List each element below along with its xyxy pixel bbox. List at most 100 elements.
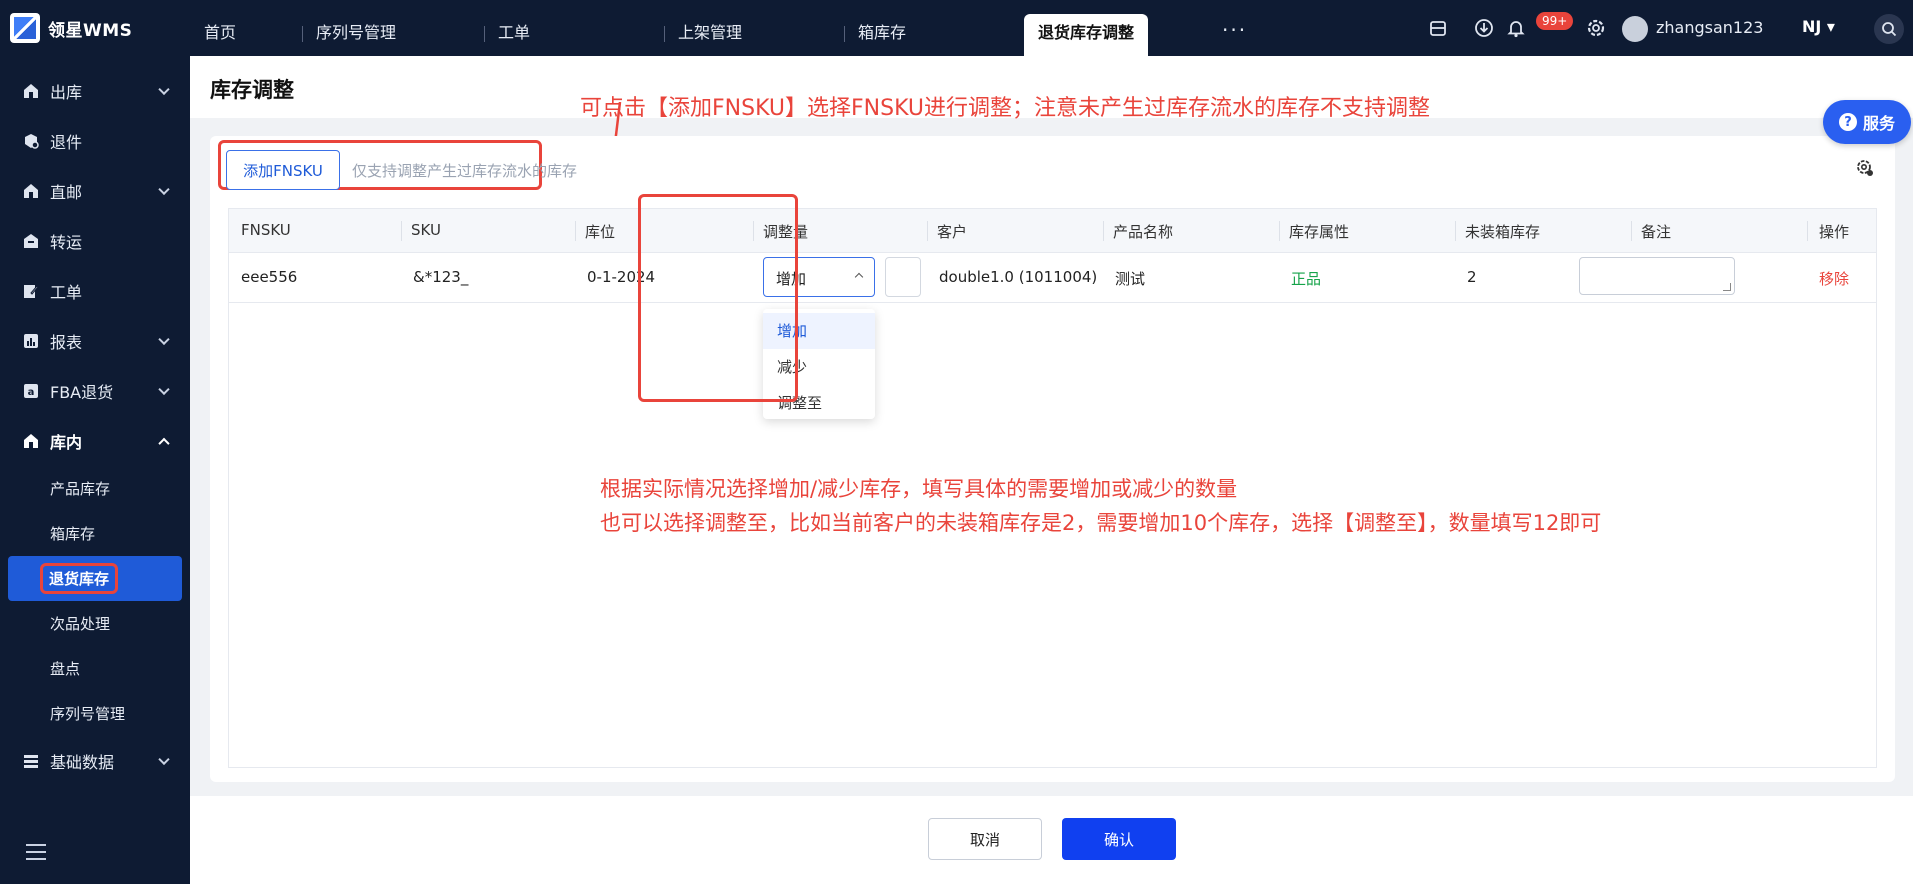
sidebar-item-base-data[interactable]: 基础数据 — [0, 736, 190, 786]
adjust-quantity-input[interactable] — [885, 257, 921, 297]
remove-link[interactable]: 移除 — [1819, 268, 1849, 289]
sidebar-item-returns[interactable]: 退件 — [0, 116, 190, 166]
home-icon — [22, 182, 40, 200]
sidebar-subitem-label: 次品处理 — [50, 615, 111, 633]
sidebar-item-fba-returns[interactable]: a FBA退货 — [0, 366, 190, 416]
col-separator — [401, 221, 402, 241]
sidebar-item-label: 直邮 — [50, 183, 83, 202]
store-icon[interactable] — [1428, 18, 1448, 38]
settings-icon[interactable] — [1586, 18, 1606, 38]
cell-customer: double1.0 (1011004) — [939, 268, 1098, 286]
username[interactable]: zhangsan123 — [1656, 18, 1763, 37]
adjust-type-dropdown: 增加 减少 调整至 — [763, 309, 875, 419]
sidebar-subitem-return-stock[interactable]: 退货库存 — [8, 556, 182, 601]
sidebar-subitem-serial[interactable]: 序列号管理 — [0, 691, 190, 736]
confirm-button[interactable]: 确认 — [1062, 818, 1176, 860]
col-customer: 客户 — [937, 223, 968, 241]
col-adjust: 调整量 — [763, 223, 809, 241]
column-settings-icon[interactable] — [1855, 158, 1875, 178]
warehouse-switcher[interactable]: NJ ▾ — [1802, 17, 1835, 36]
collapse-menu-icon[interactable] — [26, 844, 46, 860]
cell-sku: &*123_ — [413, 268, 469, 286]
main-content: 库存调整 可点击【添加FNSKU】选择FNSKU进行调整；注意未产生过库存流水的… — [190, 56, 1913, 884]
sidebar-subitem-product-stock[interactable]: 产品库存 — [0, 466, 190, 511]
tab-label: 上架管理 — [678, 23, 743, 42]
tab-return-stock-adjust[interactable]: 退货库存调整 — [1024, 14, 1149, 56]
col-separator — [1807, 221, 1808, 241]
option-adjust-to[interactable]: 调整至 — [763, 385, 875, 421]
chevron-up-icon — [158, 437, 170, 450]
page-title: 库存调整 — [210, 78, 294, 102]
logo-icon — [10, 13, 40, 43]
page-header: 库存调整 可点击【添加FNSKU】选择FNSKU进行调整；注意未产生过库存流水的… — [190, 56, 1913, 121]
sidebar-subitem-box-stock[interactable]: 箱库存 — [0, 511, 190, 556]
adjust-card: 添加FNSKU 仅支持调整产生过库存流水的库存 FNSKU SKU 库位 调整量… — [210, 136, 1895, 782]
col-product-name: 产品名称 — [1113, 223, 1174, 241]
app-logo[interactable]: 领星WMS — [0, 0, 190, 56]
help-icon: ? — [1838, 113, 1857, 131]
col-separator — [575, 221, 576, 241]
col-stock-attr: 库存属性 — [1289, 223, 1350, 241]
sidebar-item-label: 工单 — [50, 283, 83, 302]
chevron-down-icon — [158, 83, 170, 96]
notification-badge: 99+ — [1536, 12, 1574, 30]
adjust-type-select[interactable]: 增加 — [763, 257, 875, 297]
annotation-line-2: 也可以选择调整至，比如当前客户的未装箱库存是2，需要增加10个库存，选择【调整至… — [600, 511, 1602, 535]
sidebar-subitem-stocktake[interactable]: 盘点 — [0, 646, 190, 691]
sidebar-item-label: FBA退货 — [50, 383, 114, 402]
col-separator — [1103, 221, 1104, 241]
sidebar-item-work-order[interactable]: 工单 — [0, 266, 190, 316]
chevron-down-icon — [158, 333, 170, 346]
table-header: FNSKU SKU 库位 调整量 客户 产品名称 库存属性 未装箱库存 备注 操… — [229, 209, 1876, 253]
col-separator — [753, 221, 754, 241]
sidebar-subitem-label: 产品库存 — [50, 480, 111, 498]
sidebar-subitem-label: 盘点 — [50, 660, 81, 678]
adjust-type-value: 增加 — [776, 270, 807, 288]
sidebar-item-transfer[interactable]: 转运 — [0, 216, 190, 266]
sidebar-item-label: 库内 — [50, 433, 83, 452]
tab-putaway[interactable]: 上架管理 — [664, 14, 742, 56]
chevron-down-icon — [158, 753, 170, 766]
search-icon[interactable] — [1874, 14, 1904, 44]
col-sku: SKU — [411, 221, 441, 239]
cell-stock-attr: 正品 — [1291, 270, 1322, 288]
tab-home[interactable]: 首页 — [190, 14, 236, 56]
sidebar-item-reports[interactable]: 报表 — [0, 316, 190, 366]
col-unboxed-stock: 未装箱库存 — [1465, 223, 1541, 241]
sidebar-item-label: 出库 — [50, 83, 83, 102]
service-button[interactable]: ? 服务 — [1823, 100, 1911, 144]
sidebar-item-label: 退件 — [50, 133, 83, 152]
tab-label: 首页 — [204, 23, 237, 42]
annotation-line-1: 根据实际情况选择增加/减少库存，填写具体的需要增加或减少的数量 — [600, 477, 1238, 501]
tab-serial-management[interactable]: 序列号管理 — [302, 14, 396, 56]
sidebar-item-warehouse[interactable]: 库内 — [0, 416, 190, 466]
col-location: 库位 — [585, 223, 616, 241]
sidebar-subitem-defective[interactable]: 次品处理 — [0, 601, 190, 646]
chevron-down-icon — [158, 183, 170, 196]
sidebar-item-label: 基础数据 — [50, 753, 115, 772]
avatar[interactable] — [1622, 16, 1648, 42]
transfer-icon — [22, 232, 40, 250]
tab-box-stock[interactable]: 箱库存 — [844, 14, 906, 56]
sidebar-subitem-label: 序列号管理 — [50, 705, 126, 723]
cancel-button[interactable]: 取消 — [928, 818, 1042, 860]
tab-label: 退货库存调整 — [1038, 23, 1135, 42]
col-separator — [927, 221, 928, 241]
more-tabs-icon[interactable]: ··· — [1222, 18, 1247, 42]
sidebar-item-direct-mail[interactable]: 直邮 — [0, 166, 190, 216]
tab-label: 序列号管理 — [316, 23, 397, 42]
home-icon — [22, 82, 40, 100]
option-decrease[interactable]: 减少 — [763, 349, 875, 385]
warehouse-code: NJ — [1802, 17, 1822, 36]
sidebar-item-outbound[interactable]: 出库 — [0, 66, 190, 116]
tab-work-order[interactable]: 工单 — [484, 14, 530, 56]
cell-product-name: 测试 — [1115, 270, 1146, 288]
bell-icon[interactable] — [1506, 18, 1526, 38]
amazon-icon: a — [22, 382, 40, 400]
add-fnsku-button[interactable]: 添加FNSKU — [226, 150, 340, 190]
chevron-up-icon — [854, 272, 864, 282]
remark-textarea[interactable] — [1579, 257, 1735, 295]
download-icon[interactable] — [1474, 18, 1494, 38]
option-increase[interactable]: 增加 — [763, 313, 875, 349]
col-separator — [1279, 221, 1280, 241]
